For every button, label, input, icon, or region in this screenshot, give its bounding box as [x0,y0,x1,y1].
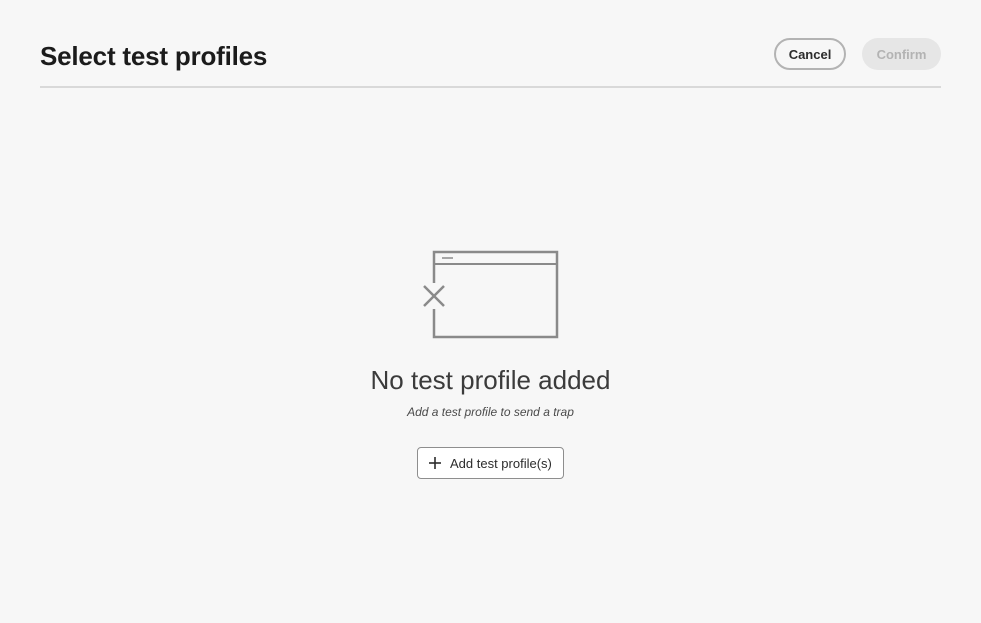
cancel-button[interactable]: Cancel [774,38,846,70]
add-test-profile-button[interactable]: Add test profile(s) [417,447,564,479]
empty-state-heading: No test profile added [370,365,611,395]
dialog-title: Select test profiles [40,41,268,71]
plus-icon [429,457,441,469]
add-test-profile-label: Add test profile(s) [450,455,552,471]
dialog-header: Select test profiles Cancel Confirm [40,38,941,71]
empty-state-subtext: Add a test profile to send a trap [407,405,574,419]
select-test-profiles-dialog: Select test profiles Cancel Confirm No t… [0,0,981,623]
dialog-actions: Cancel Confirm [774,38,941,70]
empty-window-icon [420,250,559,339]
confirm-button[interactable]: Confirm [862,38,941,70]
header-divider [40,86,941,88]
